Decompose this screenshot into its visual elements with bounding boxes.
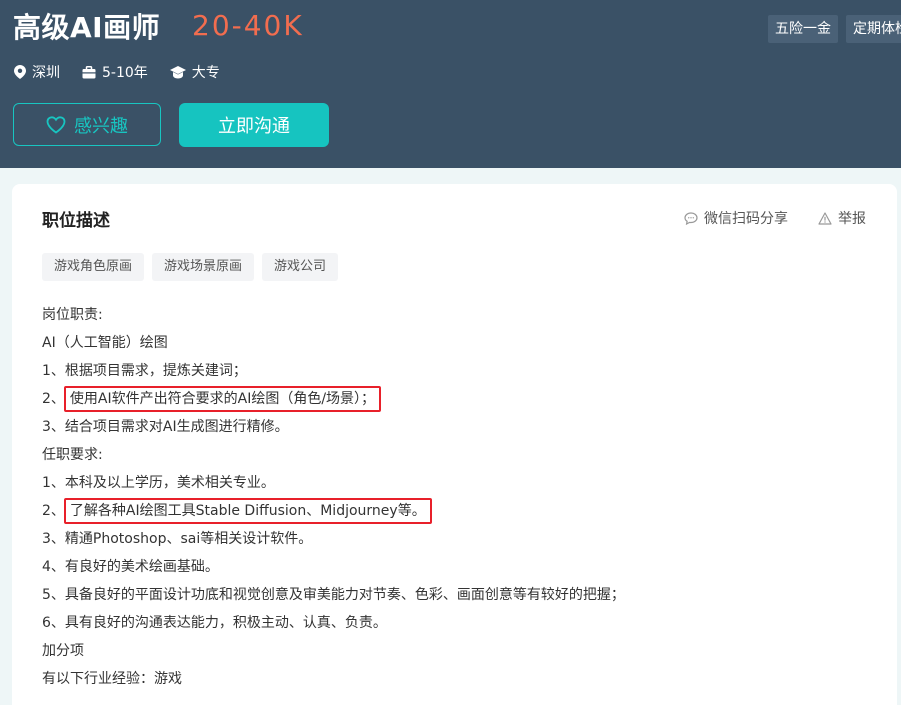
- education-text: 大专: [191, 65, 220, 81]
- benefit-tags: 五险一金 定期体检: [768, 15, 901, 43]
- education: 大专: [169, 62, 220, 82]
- highlighted-text: 使用AI软件产出符合要求的AI绘图（角色/场景）；: [63, 386, 382, 412]
- description-line: 5、具备良好的平面设计功底和视觉创意及审美能力对节奏、色彩、画面创意等有较好的把…: [42, 587, 625, 603]
- experience: 5-10年: [82, 62, 148, 82]
- description-line: AI（人工智能）绘图: [42, 335, 168, 351]
- line-number: 2、: [42, 391, 65, 407]
- description-line: 1、本科及以上学历，美术相关专业。: [42, 475, 275, 491]
- location: 深圳: [14, 62, 60, 82]
- job-meta: 深圳 5-10年 大专: [14, 62, 242, 82]
- location-text: 深圳: [32, 65, 60, 81]
- line-number: 2、: [42, 503, 65, 519]
- report-label: 举报: [838, 211, 866, 227]
- wechat-share-link[interactable]: 微信扫码分享: [684, 208, 788, 228]
- interested-button[interactable]: 感兴趣: [13, 103, 161, 146]
- description-line: 3、精通Photoshop、sai等相关设计软件。: [42, 531, 313, 547]
- highlighted-text: 了解各种AI绘图工具Stable Diffusion、Midjourney等。: [63, 498, 432, 524]
- description-line: 1、根据项目需求，提炼关建词；: [42, 363, 247, 379]
- benefit-tag: 五险一金: [768, 15, 838, 43]
- description-line-highlighted: 2、 使用AI软件产出符合要求的AI绘图（角色/场景）；: [42, 385, 625, 413]
- job-title: 高级AI画师: [13, 11, 161, 44]
- section-title: 职位描述: [42, 211, 110, 231]
- report-link[interactable]: 举报: [818, 208, 866, 228]
- job-description-card: 职位描述 微信扫码分享 举报 游戏角色原画 游戏场景原画 游戏公司 岗位职责: …: [12, 184, 897, 724]
- description-line: 任职要求:: [42, 447, 103, 463]
- description-line-highlighted: 2、 了解各种AI绘图工具Stable Diffusion、Midjourney等…: [42, 497, 625, 525]
- description-line: 3、结合项目需求对AI生成图进行精修。: [42, 419, 289, 435]
- benefit-tag: 定期体检: [846, 15, 901, 43]
- description-line: 岗位职责:: [42, 307, 103, 323]
- job-tags: 游戏角色原画 游戏场景原画 游戏公司: [42, 253, 339, 281]
- heart-icon: [46, 115, 66, 134]
- job-tag[interactable]: 游戏公司: [262, 253, 339, 281]
- job-description-text: 岗位职责: AI（人工智能）绘图 1、根据项目需求，提炼关建词； 2、 使用AI软…: [42, 301, 625, 693]
- salary: 20-40K: [192, 9, 304, 42]
- graduation-cap-icon: [169, 65, 186, 78]
- job-tag[interactable]: 游戏角色原画: [42, 253, 145, 281]
- description-line: 有以下行业经验：游戏: [42, 671, 182, 687]
- location-pin-icon: [14, 65, 26, 79]
- interested-label: 感兴趣: [74, 115, 128, 137]
- description-line: 6、具有良好的沟通表达能力，积极主动、认真、负责。: [42, 615, 387, 631]
- warning-icon: [818, 211, 832, 225]
- job-tag[interactable]: 游戏场景原画: [152, 253, 255, 281]
- share-label: 微信扫码分享: [704, 211, 788, 227]
- chat-now-button[interactable]: 立即沟通: [179, 103, 329, 147]
- chat-bubble-icon: [684, 211, 698, 225]
- experience-text: 5-10年: [102, 65, 148, 81]
- description-line: 加分项: [42, 643, 84, 659]
- briefcase-icon: [82, 65, 96, 78]
- description-line: 4、有良好的美术绘画基础。: [42, 559, 219, 575]
